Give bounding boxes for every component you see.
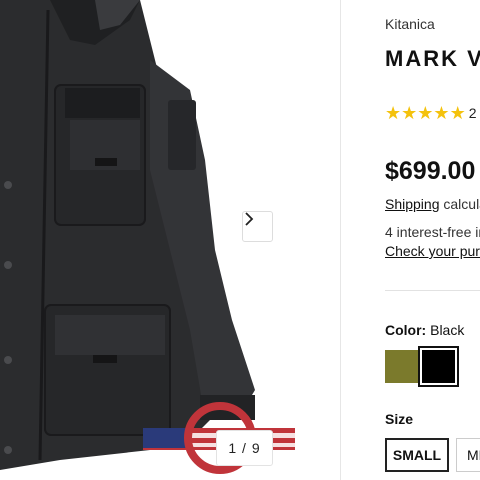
size-label: Size <box>385 411 414 427</box>
shipping-note: Shipping calcula <box>385 196 480 212</box>
star-icon: ★ <box>417 103 434 123</box>
product-image-gallery[interactable]: 1 / 9 <box>0 0 295 480</box>
color-option-label: Color: Black <box>385 322 464 338</box>
color-label: Color: <box>385 322 427 338</box>
selected-color: Black <box>430 322 465 338</box>
product-rating[interactable]: ★ ★ ★ ★ ★ 2 <box>385 104 477 122</box>
chevron-right-icon <box>245 212 254 226</box>
star-icon: ★ <box>401 103 418 123</box>
product-price: $699.00 <box>385 157 476 185</box>
star-icon: ★ <box>385 103 402 123</box>
star-icon: ★ <box>433 103 450 123</box>
image-counter: 1 / 9 <box>216 430 273 466</box>
swatch-olive[interactable] <box>385 350 418 383</box>
installments-text: 4 interest-free in <box>385 224 480 240</box>
product-info-panel: Kitanica MARK V ★ ★ ★ ★ ★ 2 $699.00 Ship… <box>385 0 480 480</box>
shipping-link[interactable]: Shipping <box>385 196 440 212</box>
swatch-black[interactable] <box>418 346 459 387</box>
vendor-name[interactable]: Kitanica <box>385 16 435 32</box>
next-image-button[interactable] <box>242 211 273 242</box>
size-medium-button[interactable]: ME <box>456 438 480 472</box>
shipping-text: calcula <box>443 196 480 212</box>
rating-count: 2 <box>468 105 477 121</box>
size-small-button[interactable]: SMALL <box>385 438 449 472</box>
product-title: MARK V <box>385 46 480 71</box>
column-divider <box>340 0 341 480</box>
star-icon: ★ <box>449 103 466 123</box>
section-divider <box>385 290 480 291</box>
check-eligibility-link[interactable]: Check your purch <box>385 243 480 259</box>
